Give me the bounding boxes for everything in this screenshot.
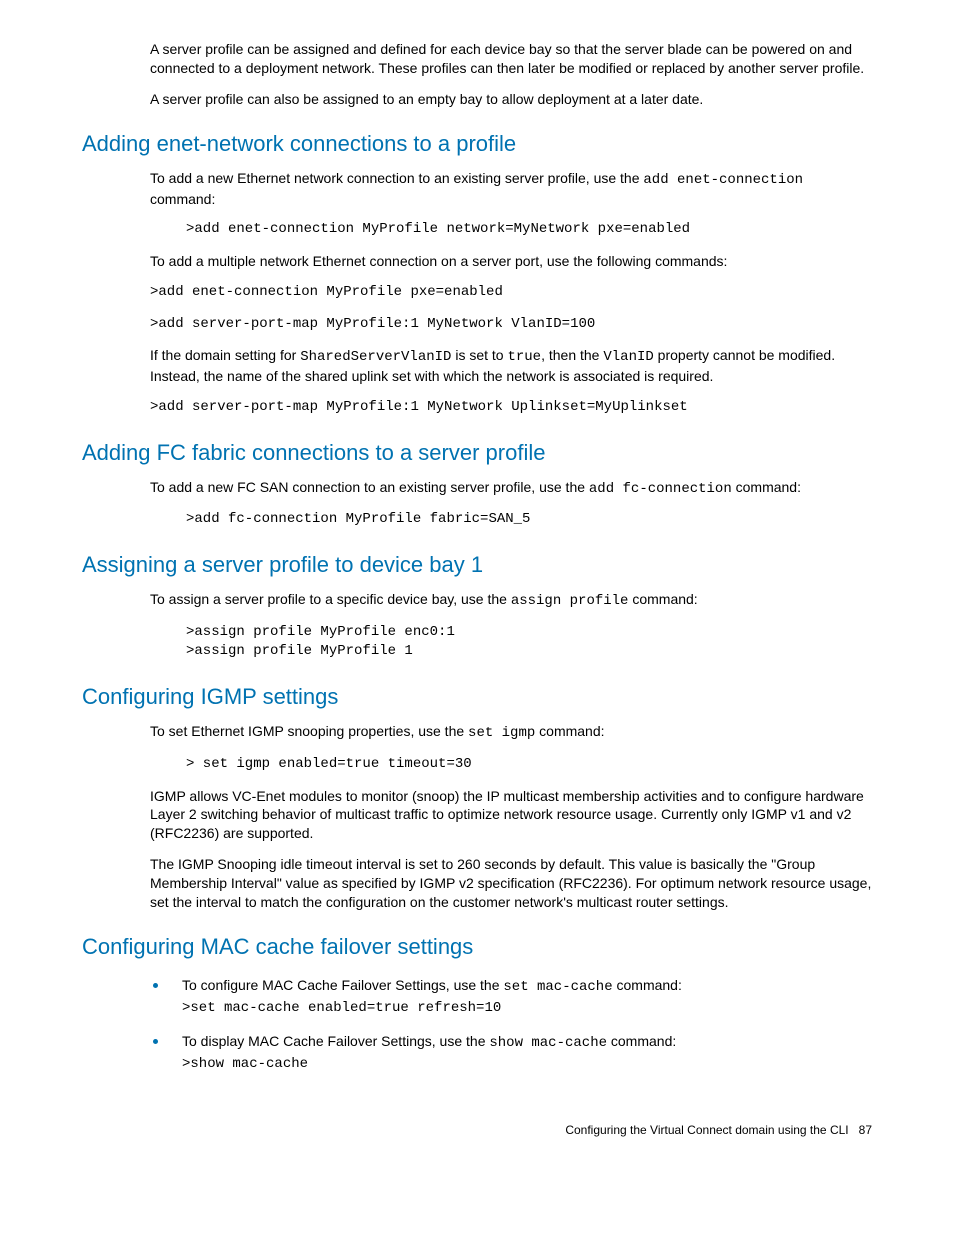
code-block: >show mac-cache: [182, 1055, 872, 1074]
text: To display MAC Cache Failover Settings, …: [182, 1033, 489, 1049]
list-item: To display MAC Cache Failover Settings, …: [170, 1028, 872, 1074]
paragraph: The IGMP Snooping idle timeout interval …: [150, 855, 872, 912]
section-body: To configure MAC Cache Failover Settings…: [150, 972, 872, 1074]
code-block: >add enet-connection MyProfile pxe=enabl…: [150, 283, 872, 303]
section-body: To add a new Ethernet network connection…: [150, 169, 872, 418]
list-item: To configure MAC Cache Failover Settings…: [170, 972, 872, 1018]
section-body: To assign a server profile to a specific…: [150, 590, 872, 662]
code-block: >add fc-connection MyProfile fabric=SAN_…: [186, 510, 872, 530]
heading-fc: Adding FC fabric connections to a server…: [82, 440, 872, 466]
inline-code: SharedServerVlanID: [300, 349, 451, 365]
heading-igmp: Configuring IGMP settings: [82, 684, 872, 710]
text: command:: [535, 723, 604, 739]
intro-block: A server profile can be assigned and def…: [150, 40, 872, 109]
inline-code: set igmp: [468, 725, 535, 741]
paragraph: To assign a server profile to a specific…: [150, 590, 872, 611]
inline-code: true: [507, 349, 541, 365]
paragraph: To add a new FC SAN connection to an exi…: [150, 478, 872, 499]
text: To assign a server profile to a specific…: [150, 591, 511, 607]
inline-code: add enet-connection: [643, 172, 803, 188]
page-footer: Configuring the Virtual Connect domain u…: [82, 1123, 872, 1137]
text: To add a new FC SAN connection to an exi…: [150, 479, 589, 495]
text: command:: [732, 479, 801, 495]
text: command:: [613, 977, 682, 993]
text: command:: [628, 591, 697, 607]
code-block: > set igmp enabled=true timeout=30: [186, 755, 872, 775]
inline-code: show mac-cache: [489, 1035, 607, 1051]
text: command:: [607, 1033, 676, 1049]
section-body: To set Ethernet IGMP snooping properties…: [150, 722, 872, 912]
inline-code: add fc-connection: [589, 481, 732, 497]
text: command:: [150, 191, 215, 207]
code-block: >add enet-connection MyProfile network=M…: [186, 220, 872, 240]
inline-code: VlanID: [603, 349, 653, 365]
text: , then the: [541, 347, 603, 363]
paragraph: To set Ethernet IGMP snooping properties…: [150, 722, 872, 743]
paragraph: If the domain setting for SharedServerVl…: [150, 346, 872, 386]
code-block: >set mac-cache enabled=true refresh=10: [182, 999, 872, 1018]
section-body: To add a new FC SAN connection to an exi…: [150, 478, 872, 530]
paragraph: To add a new Ethernet network connection…: [150, 169, 872, 209]
page-number: 87: [859, 1123, 872, 1137]
text: To configure MAC Cache Failover Settings…: [182, 977, 503, 993]
paragraph: A server profile can be assigned and def…: [150, 40, 872, 78]
paragraph: To add a multiple network Ethernet conne…: [150, 252, 872, 271]
document-page: A server profile can be assigned and def…: [0, 0, 954, 1177]
paragraph: IGMP allows VC-Enet modules to monitor (…: [150, 787, 872, 844]
inline-code: set mac-cache: [503, 979, 612, 995]
text: To set Ethernet IGMP snooping properties…: [150, 723, 468, 739]
text: If the domain setting for: [150, 347, 300, 363]
heading-assign: Assigning a server profile to device bay…: [82, 552, 872, 578]
code-block: >assign profile MyProfile enc0:1 >assign…: [186, 623, 872, 662]
heading-enet: Adding enet-network connections to a pro…: [82, 131, 872, 157]
code-block: >add server-port-map MyProfile:1 MyNetwo…: [150, 315, 872, 335]
code-block: >add server-port-map MyProfile:1 MyNetwo…: [150, 398, 872, 418]
text: is set to: [451, 347, 507, 363]
text: To add a new Ethernet network connection…: [150, 170, 643, 186]
inline-code: assign profile: [511, 593, 629, 609]
heading-mac: Configuring MAC cache failover settings: [82, 934, 872, 960]
footer-text: Configuring the Virtual Connect domain u…: [565, 1123, 848, 1137]
paragraph: A server profile can also be assigned to…: [150, 90, 872, 109]
bullet-list: To configure MAC Cache Failover Settings…: [170, 972, 872, 1074]
